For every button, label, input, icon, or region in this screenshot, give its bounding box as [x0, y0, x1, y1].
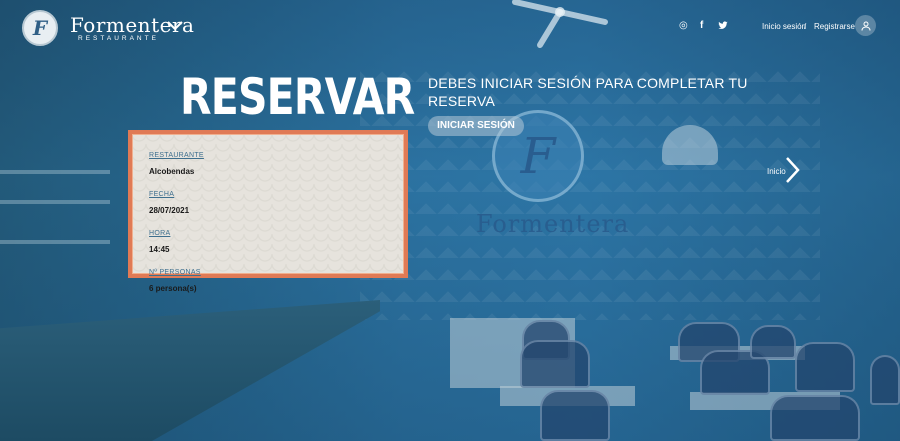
- chevron-down-icon[interactable]: [166, 20, 184, 32]
- date-label: FECHA: [149, 191, 175, 198]
- user-icon: [861, 21, 870, 31]
- reservation-summary-card: RESTAURANTE Alcobendas FECHA 28/07/2021 …: [128, 130, 408, 293]
- login-link[interactable]: Inicio sesión: [762, 22, 806, 31]
- carousel-next-label[interactable]: Inicio: [767, 167, 786, 176]
- restaurant-value: Alcobendas: [149, 167, 195, 176]
- site-header: F Formentera RESTAURANTE ◎ f Inicio sesi…: [0, 0, 900, 56]
- chair: [870, 355, 900, 405]
- chair: [770, 395, 860, 441]
- wall-sign: Formentera: [476, 210, 630, 238]
- auth-separator: /: [804, 22, 807, 31]
- chair: [750, 325, 796, 359]
- guests-value: 6 persona(s): [149, 284, 197, 293]
- login-button[interactable]: INICIAR SESIÓN: [428, 116, 524, 136]
- date-value: 28/07/2021: [149, 206, 190, 215]
- chair: [795, 342, 855, 392]
- twitter-icon[interactable]: [718, 21, 728, 30]
- time-label: HORA: [149, 230, 171, 237]
- logo-letter: F: [32, 16, 48, 40]
- shelf: [0, 170, 110, 174]
- shelf: [0, 200, 110, 204]
- instagram-icon[interactable]: ◎: [679, 20, 688, 31]
- shelf: [0, 240, 110, 244]
- brand-subtitle: RESTAURANTE: [78, 35, 159, 42]
- restaurant-label: RESTAURANTE: [149, 152, 204, 159]
- wall-logo-letter: F: [520, 127, 556, 185]
- chair: [540, 390, 610, 441]
- user-account-button[interactable]: [855, 15, 876, 36]
- page-title: RESERVAR: [180, 68, 415, 126]
- login-notice: DEBES INICIAR SESIÓN PARA COMPLETAR TU R…: [428, 75, 748, 109]
- chair: [520, 340, 590, 388]
- register-link[interactable]: Registrarse: [814, 22, 855, 31]
- guests-label: Nº PERSONAS: [149, 269, 201, 276]
- logo-icon[interactable]: F: [22, 10, 58, 46]
- chevron-right-icon[interactable]: [784, 156, 800, 184]
- facebook-icon[interactable]: f: [700, 20, 703, 31]
- time-value: 14:45: [149, 245, 170, 254]
